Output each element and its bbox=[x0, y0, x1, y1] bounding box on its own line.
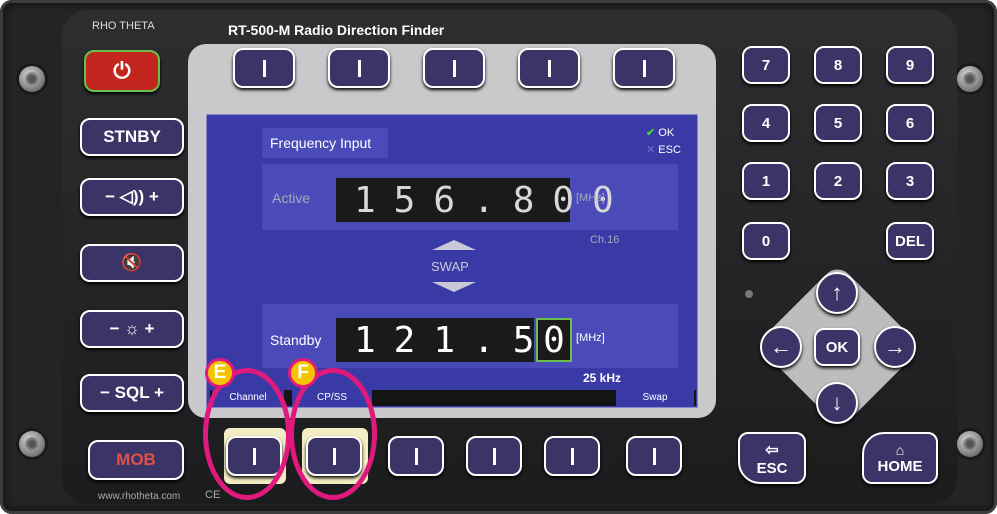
ok-button[interactable]: OK bbox=[814, 328, 860, 366]
top-softkey-2[interactable] bbox=[328, 48, 390, 88]
mute-icon: 🔇 bbox=[121, 253, 143, 272]
standby-label: Standby bbox=[270, 332, 322, 348]
screw-icon bbox=[19, 431, 45, 457]
swap-up-icon bbox=[432, 240, 476, 250]
badge-e: E bbox=[205, 358, 235, 388]
down-arrow-button[interactable]: ↓ bbox=[816, 382, 858, 424]
standby-button[interactable]: STNBY bbox=[80, 118, 184, 156]
arrow-right-icon: → bbox=[884, 334, 906, 359]
home-icon: ⌂ bbox=[895, 441, 905, 458]
status-led bbox=[745, 290, 753, 298]
mob-button[interactable]: MOB bbox=[88, 440, 184, 480]
active-label: Active bbox=[272, 190, 311, 206]
right-arrow-button[interactable]: → bbox=[874, 326, 916, 368]
channel-label: Ch.16 bbox=[590, 234, 620, 246]
swap-softkey[interactable] bbox=[626, 436, 682, 476]
key-9[interactable]: 9 bbox=[886, 46, 934, 84]
top-softkey-3[interactable] bbox=[423, 48, 485, 88]
active-frequency: 156.800 bbox=[336, 178, 614, 222]
power-icon: ⏻ bbox=[113, 58, 131, 83]
power-button[interactable]: ⏻ bbox=[84, 50, 160, 92]
key-6[interactable]: 6 bbox=[886, 104, 934, 142]
back-icon: ⇦ bbox=[765, 441, 779, 459]
key-7[interactable]: 7 bbox=[742, 46, 790, 84]
check-icon: ✔ bbox=[646, 127, 656, 139]
swap-label: SWAP bbox=[431, 259, 469, 274]
swap-down-icon bbox=[432, 282, 476, 292]
ce-mark: CE bbox=[205, 489, 221, 501]
top-softkey-1[interactable] bbox=[233, 48, 295, 88]
top-softkey-4[interactable] bbox=[518, 48, 580, 88]
volume-button[interactable]: − ◁)) + bbox=[80, 178, 184, 216]
standby-frequency: 121.50 bbox=[336, 318, 574, 362]
delete-button[interactable]: DEL bbox=[886, 222, 934, 260]
esc-button[interactable]: ⇦ ESC bbox=[738, 432, 806, 484]
key-3[interactable]: 3 bbox=[886, 162, 934, 200]
highlight-circle-e bbox=[203, 368, 291, 500]
home-button[interactable]: ⌂ HOME bbox=[862, 432, 938, 484]
screw-icon bbox=[19, 66, 45, 92]
esc-indicator: ✕ ESC bbox=[646, 144, 681, 156]
softkey-label-swap: Swap bbox=[616, 390, 694, 406]
screw-icon bbox=[957, 431, 983, 457]
arrow-left-icon: ← bbox=[770, 334, 792, 359]
key-8[interactable]: 8 bbox=[814, 46, 862, 84]
cross-icon: ✕ bbox=[646, 144, 656, 156]
device-title: RT-500-M Radio Direction Finder bbox=[228, 22, 445, 38]
screen-heading: Frequency Input bbox=[270, 135, 372, 151]
website: www.rhotheta.com bbox=[98, 491, 181, 502]
bottom-softkey-3[interactable] bbox=[388, 436, 444, 476]
standby-cursor-digit[interactable]: 0 bbox=[536, 318, 572, 362]
key-5[interactable]: 5 bbox=[814, 104, 862, 142]
step-label: 25 kHz bbox=[583, 371, 622, 385]
top-softkey-5[interactable] bbox=[613, 48, 675, 88]
standby-unit: [MHz] bbox=[576, 332, 605, 344]
arrow-down-icon: ↓ bbox=[831, 390, 843, 415]
key-2[interactable]: 2 bbox=[814, 162, 862, 200]
screw-icon bbox=[957, 66, 983, 92]
badge-f: F bbox=[288, 358, 318, 388]
key-0[interactable]: 0 bbox=[742, 222, 790, 260]
arrow-up-icon: ↑ bbox=[831, 280, 843, 305]
squelch-button[interactable]: − SQL + bbox=[80, 374, 184, 412]
key-1[interactable]: 1 bbox=[742, 162, 790, 200]
active-unit: [MHz] bbox=[576, 192, 605, 204]
brightness-button[interactable]: − ☼ + bbox=[80, 310, 184, 348]
left-arrow-button[interactable]: ← bbox=[760, 326, 802, 368]
logo: RHO THETA bbox=[92, 20, 155, 32]
mute-button[interactable]: 🔇 bbox=[80, 244, 184, 282]
ok-indicator: ✔ OK bbox=[646, 127, 675, 139]
up-arrow-button[interactable]: ↑ bbox=[816, 272, 858, 314]
bottom-softkey-4[interactable] bbox=[466, 436, 522, 476]
key-4[interactable]: 4 bbox=[742, 104, 790, 142]
bottom-softkey-5[interactable] bbox=[544, 436, 600, 476]
